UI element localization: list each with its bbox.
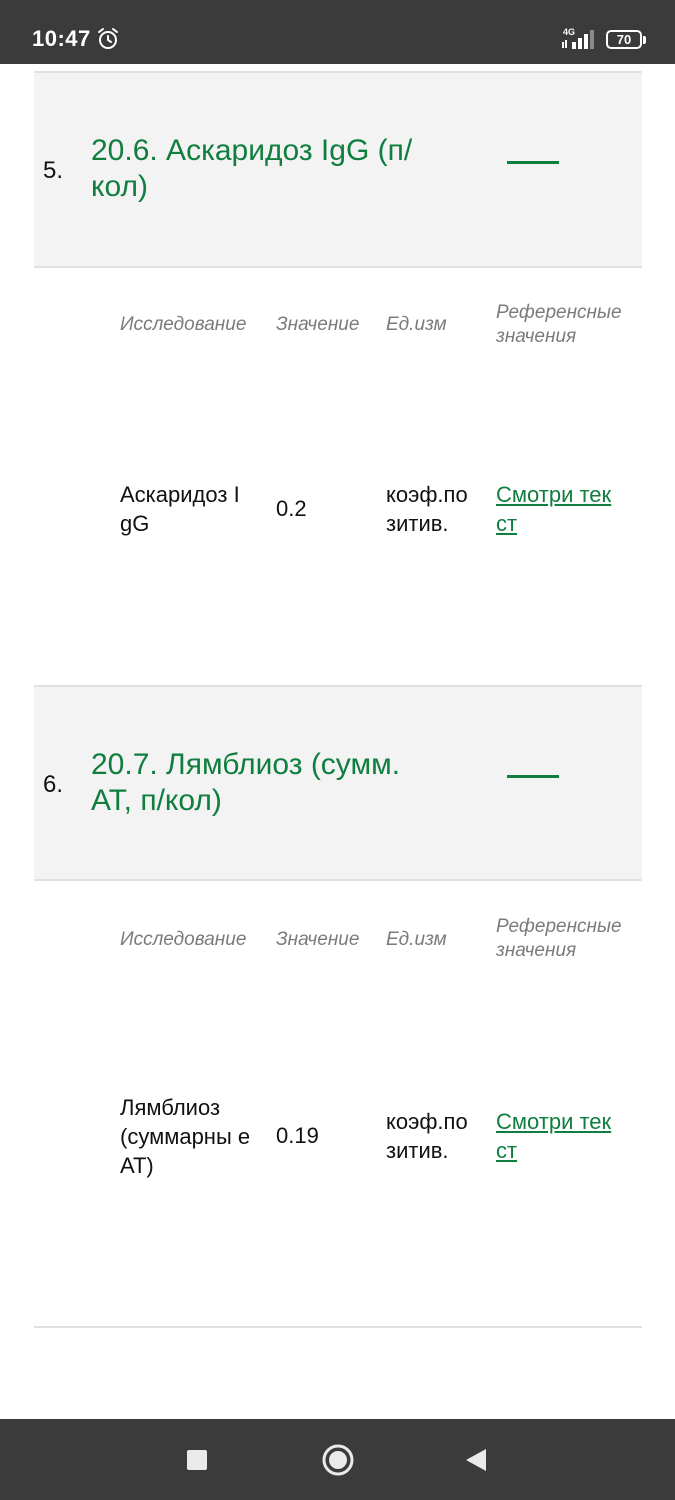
result-value: 0.19 — [276, 1123, 319, 1148]
column-header-reference: Референсные значения — [496, 302, 622, 347]
row-divider — [34, 1326, 642, 1328]
result-unit: коэф.по зитив. — [386, 482, 468, 536]
group-status-dash — [507, 161, 559, 164]
status-time: 10:47 — [32, 26, 91, 51]
column-header-unit: Ед.изм — [386, 929, 447, 950]
signal-bars-icon — [562, 30, 594, 49]
status-bar: 10:47 4G 70 — [0, 0, 675, 64]
result-value: 0.2 — [276, 496, 307, 521]
triangle-back-icon[interactable] — [464, 1447, 488, 1473]
group-status-dash — [507, 775, 559, 778]
alarm-clock-icon — [98, 28, 118, 49]
row-divider — [34, 879, 642, 881]
column-header-reference: Референсные значения — [496, 916, 622, 961]
result-unit: коэф.по зитив. — [386, 1109, 468, 1163]
result-study-name: Лямблиоз (суммарны е АТ) — [120, 1095, 251, 1178]
column-header-value: Значение — [276, 929, 360, 950]
reference-link[interactable]: Смотри тек ст — [496, 1107, 636, 1165]
circle-home-icon[interactable] — [321, 1443, 355, 1477]
group-number: 5. — [43, 157, 64, 184]
battery-icon: 70 — [606, 30, 646, 49]
square-recents-icon[interactable] — [187, 1450, 207, 1470]
reference-link[interactable]: Смотри тек ст — [496, 480, 636, 538]
group-header-row: 5. 20.6. Аскаридоз IgG (п/кол) — [34, 73, 642, 267]
row-divider — [34, 266, 642, 268]
column-header-value: Значение — [276, 314, 360, 335]
battery-level: 70 — [616, 32, 632, 47]
result-study-name: Аскаридоз I gG — [120, 482, 240, 536]
column-header-unit: Ед.изм — [386, 314, 447, 335]
group-number: 6. — [43, 771, 64, 798]
column-header-study: Исследование — [120, 314, 247, 335]
group-title: 20.6. Аскаридоз IgG (п/кол) — [91, 134, 413, 203]
results-content[interactable]: 5. 20.6. Аскаридоз IgG (п/кол) Исследова… — [0, 64, 675, 1419]
navigation-bar — [0, 1419, 675, 1500]
column-header-study: Исследование — [120, 929, 247, 950]
group-header-row: 6. 20.7. Лямблиоз (сумм. АТ, п/кол) — [34, 687, 642, 881]
group-title: 20.7. Лямблиоз (сумм. АТ, п/кол) — [91, 748, 401, 817]
